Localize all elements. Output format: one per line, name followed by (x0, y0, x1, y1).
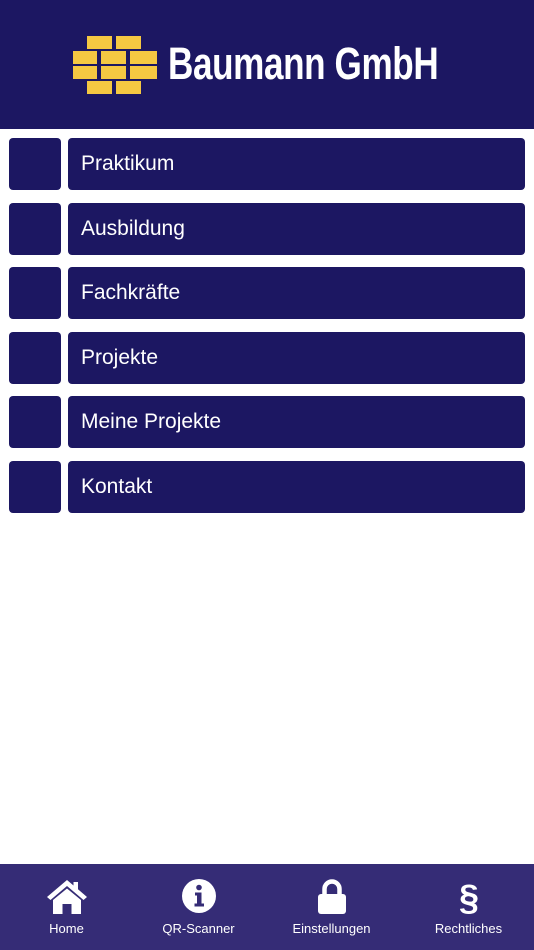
menu-item-button[interactable]: Kontakt (68, 460, 525, 513)
menu-item-icon-box (9, 460, 61, 513)
tab-label: QR-Scanner (162, 921, 235, 936)
menu-item-fachkraefte[interactable]: Fachkräfte (9, 267, 525, 319)
menu-item-label: Ausbildung (81, 216, 185, 240)
menu-item-icon-box (9, 202, 61, 255)
menu-item-button[interactable]: Fachkräfte (68, 267, 525, 319)
menu-item-label: Projekte (81, 345, 159, 369)
menu-item-ausbildung[interactable]: Ausbildung (9, 202, 525, 255)
tab-label: Home (49, 921, 84, 936)
home-icon (46, 880, 87, 914)
tab-label: Einstellungen (292, 921, 371, 936)
menu-item-meine-projekte[interactable]: Meine Projekte (9, 396, 525, 448)
svg-text:§: § (458, 878, 478, 916)
tab-rechtliches[interactable]: § Rechtliches (402, 864, 534, 950)
company-name: Baumann GmbH (168, 38, 439, 89)
menu-item-projekte[interactable]: Projekte (9, 331, 525, 384)
section-sign-icon: § (458, 878, 478, 916)
menu-item-praktikum[interactable]: Praktikum (9, 138, 525, 190)
lock-icon (317, 879, 346, 914)
tab-home[interactable]: Home (0, 864, 133, 950)
tab-label: Rechtliches (434, 921, 503, 936)
menu-item-icon-box (9, 267, 61, 319)
menu-item-button[interactable]: Meine Projekte (68, 396, 525, 448)
menu-item-icon-box (9, 138, 61, 190)
menu-item-icon-box (9, 396, 61, 448)
menu-item-label: Kontakt (81, 474, 153, 498)
menu-item-button[interactable]: Praktikum (68, 138, 525, 190)
info-icon (181, 879, 216, 913)
menu-item-label: Fachkräfte (81, 281, 181, 304)
tab-qr-scanner[interactable]: QR-Scanner (132, 864, 265, 950)
menu-item-icon-box (9, 331, 61, 384)
app-header: Baumann GmbH (0, 0, 534, 129)
menu-item-button[interactable]: Projekte (68, 331, 525, 384)
menu-item-label: Praktikum (81, 152, 175, 175)
tab-einstellungen[interactable]: Einstellungen (265, 864, 398, 950)
menu-item-label: Meine Projekte (81, 410, 222, 433)
menu-item-kontakt[interactable]: Kontakt (9, 460, 525, 513)
tab-bar: Home QR-Scanner Einstellungen § Rechtlic… (0, 864, 534, 950)
menu-item-button[interactable]: Ausbildung (68, 202, 525, 255)
bricks-logo-icon (73, 36, 157, 94)
